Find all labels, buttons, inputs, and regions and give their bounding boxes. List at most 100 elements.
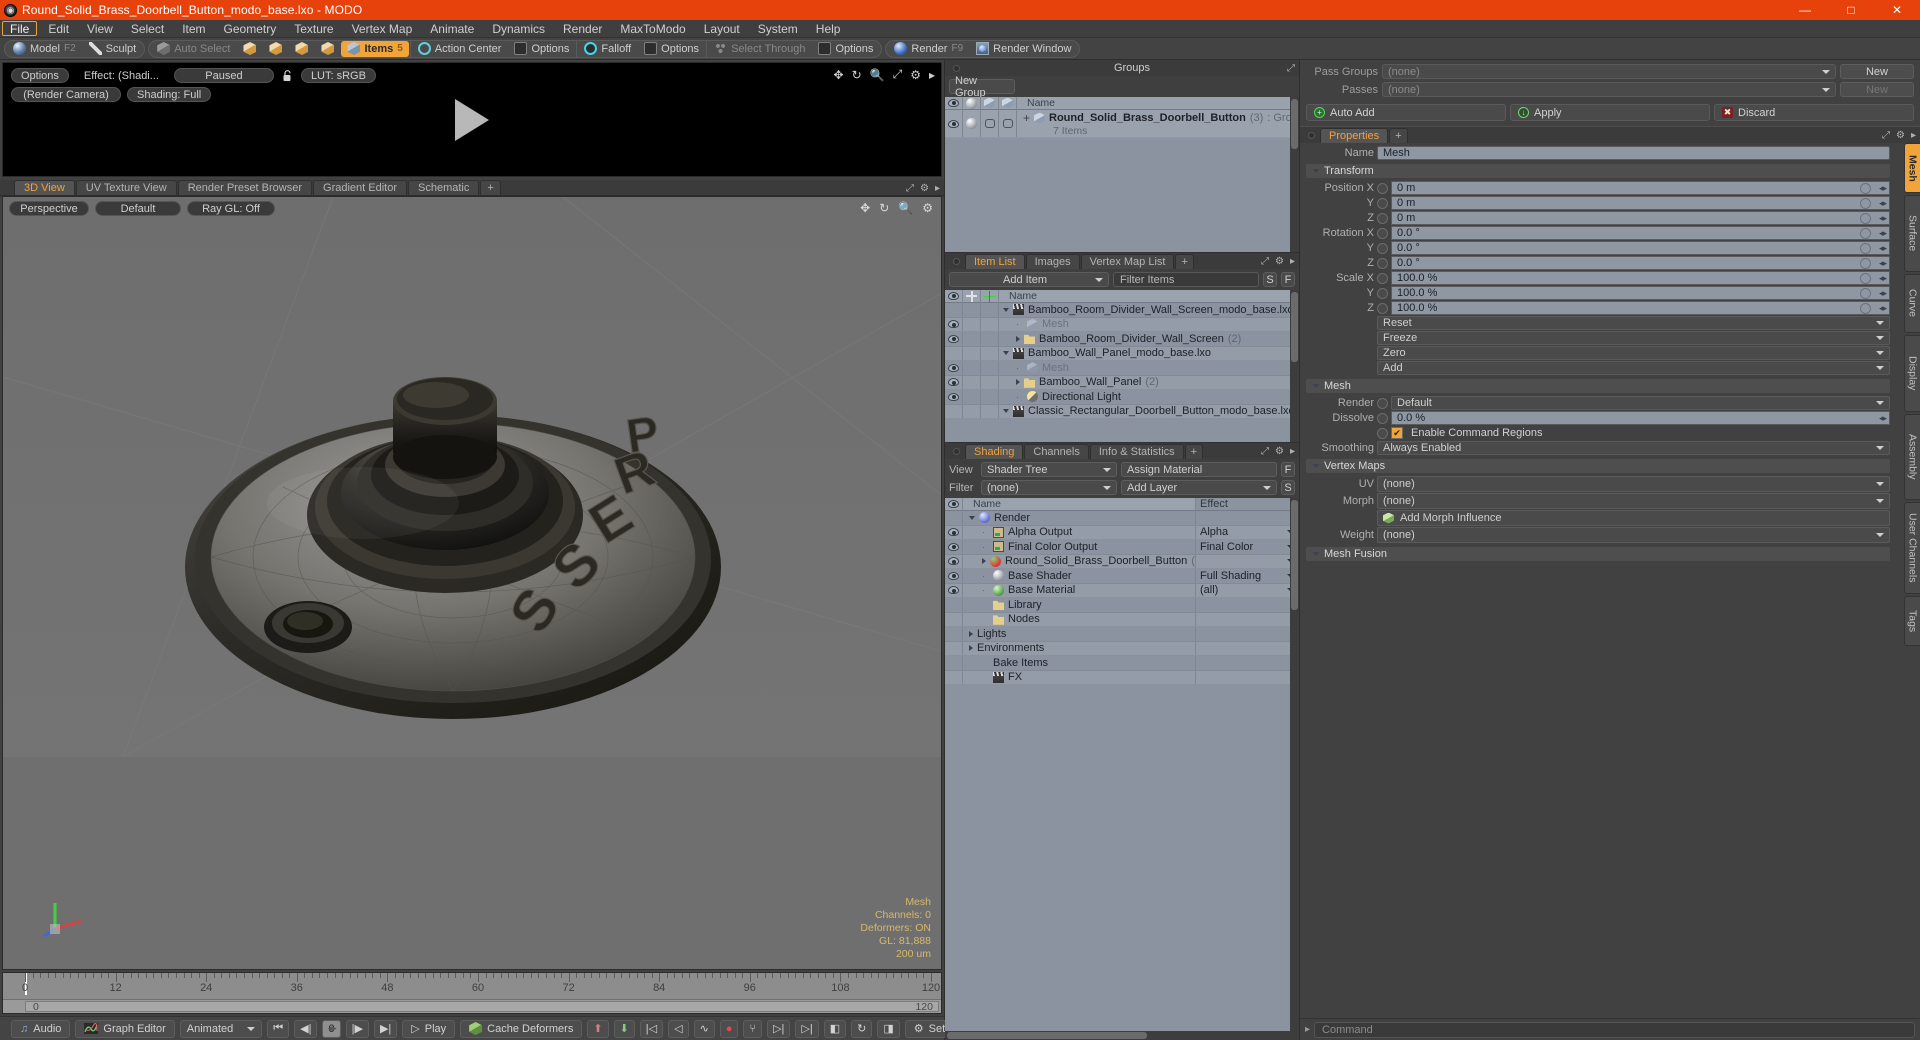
row-lock-toggle[interactable] — [963, 346, 981, 360]
frame-spinner-icon[interactable]: ◂▸ — [328, 1023, 337, 1034]
step-back-button[interactable]: ◀| — [294, 1019, 318, 1038]
row-visibility-toggle[interactable] — [945, 525, 963, 539]
transform-action-dropdown[interactable]: Freeze — [1377, 331, 1890, 345]
viewport-gear-icon[interactable]: ⚙ — [922, 201, 933, 215]
preview-effect-label[interactable]: Effect: (Shadi... — [75, 68, 168, 83]
transform-spinner-icon[interactable]: ◂▸ — [1879, 228, 1887, 239]
menu-view[interactable]: View — [78, 20, 122, 37]
shader-tree-row[interactable]: · Base Material (all) — [945, 583, 1299, 598]
shader-tree-row[interactable]: Environments — [945, 641, 1299, 656]
list-item[interactable]: Classic_Rectangular_Doorbell_Button_modo… — [945, 404, 1299, 419]
row-visibility-toggle[interactable] — [945, 627, 963, 641]
preview-camera-button[interactable]: (Render Camera) — [11, 87, 121, 102]
render-window-button[interactable]: Render Window — [970, 41, 1077, 57]
row-visibility-toggle[interactable] — [945, 641, 963, 655]
transform-knob-icon[interactable] — [1377, 302, 1388, 314]
add-morph-influence-button[interactable]: Add Morph Influence — [1377, 510, 1890, 526]
tab-channels[interactable]: Channels — [1024, 443, 1089, 459]
tab-vertex-map-list[interactable]: Vertex Map List — [1080, 253, 1175, 269]
menu-render[interactable]: Render — [554, 20, 611, 37]
maximize-panel-icon[interactable]: ⤢ — [1261, 256, 1269, 267]
collapse-icon[interactable] — [1003, 307, 1009, 312]
graph-editor-button[interactable]: Graph Editor — [75, 1019, 175, 1038]
go-to-end-button[interactable]: ▶| — [373, 1019, 398, 1038]
list-item[interactable]: · Directional Light — [945, 390, 1299, 405]
filter-f-button[interactable]: F — [1281, 272, 1295, 287]
auto-add-button[interactable]: + Auto Add — [1306, 104, 1506, 121]
transform-knob-icon[interactable] — [1377, 257, 1388, 269]
properties-vtab-surface[interactable]: Surface — [1904, 195, 1920, 272]
minimize-button[interactable]: — — [1782, 0, 1828, 20]
transform-reset-knob-icon[interactable] — [1860, 287, 1871, 299]
tab-render-preset-browser[interactable]: Render Preset Browser — [177, 180, 313, 195]
chevron-right-icon[interactable]: ▸ — [1290, 446, 1295, 457]
collapse-icon[interactable] — [1003, 409, 1009, 414]
row-transform-toggle[interactable] — [981, 346, 999, 360]
transform-knob-icon[interactable] — [1377, 197, 1388, 209]
action-center-button[interactable]: Action Center — [412, 41, 508, 57]
list-item[interactable]: · Mesh — [945, 317, 1299, 332]
timeline-range-bar[interactable]: 0 120 — [3, 999, 941, 1013]
groups-list[interactable]: Name + Round_Solid_Brass_Doorbell_Button — [945, 97, 1299, 252]
row-transform-toggle[interactable] — [981, 390, 999, 404]
transform-reset-knob-icon[interactable] — [1860, 302, 1871, 314]
preview-shading-button[interactable]: Shading: Full — [127, 87, 212, 102]
cache-deformers-button[interactable]: Cache Deformers — [460, 1019, 583, 1038]
transform-reset-knob-icon[interactable] — [1860, 227, 1871, 239]
preview-render-panel[interactable]: Options Effect: (Shadi... Paused LUT: sR… — [2, 62, 942, 177]
viewport-default-button[interactable]: Default — [95, 201, 181, 216]
weight-dropdown[interactable]: (none) — [1377, 527, 1890, 543]
transform-reset-knob-icon[interactable] — [1860, 242, 1871, 254]
menu-geometry[interactable]: Geometry — [215, 20, 286, 37]
transform-spinner-icon[interactable]: ◂▸ — [1879, 198, 1887, 209]
falloff-options-button[interactable]: Options — [638, 41, 705, 57]
row-lock2-toggle[interactable] — [999, 110, 1017, 137]
add-layer-dropdown[interactable]: Add Layer — [1121, 480, 1277, 495]
viewport-zoom-icon[interactable]: 🔍 — [898, 201, 913, 215]
render-knob-icon[interactable] — [1377, 397, 1388, 409]
tab-schematic[interactable]: Schematic — [408, 180, 480, 195]
shader-row-effect[interactable]: Full Shading — [1195, 569, 1299, 583]
groups-scrollbar[interactable] — [1290, 97, 1299, 252]
row-visibility-toggle[interactable] — [945, 569, 963, 583]
action-center-options-button[interactable]: Options — [508, 41, 575, 57]
shader-tree-row[interactable]: Bake Items — [945, 656, 1299, 671]
timeline[interactable]: 0 12 24 36 48 60 72 84 96 108 120 0 120 — [2, 972, 942, 1014]
filter-items-input[interactable]: Filter Items — [1113, 272, 1259, 287]
maximize-panel-icon[interactable]: ⤢ — [1882, 130, 1890, 141]
maximize-viewport-icon[interactable]: ⤢ — [906, 183, 914, 194]
preview-lut-button[interactable]: LUT: sRGB — [300, 68, 376, 83]
transform-spinner-icon[interactable]: ◂▸ — [1879, 303, 1887, 314]
row-visibility-toggle[interactable] — [945, 346, 963, 360]
shader-tree-row[interactable]: · Alpha Output Alpha — [945, 525, 1299, 540]
audio-button[interactable]: ♫ Audio — [11, 1019, 71, 1038]
row-visibility-toggle[interactable] — [945, 361, 963, 375]
vertex-maps-section-header[interactable]: Vertex Maps — [1306, 459, 1890, 473]
row-visibility-toggle[interactable] — [945, 404, 963, 418]
animated-mode-dropdown[interactable]: Animated — [179, 1019, 263, 1038]
maximize-panel-icon[interactable]: ⤢ — [1261, 446, 1269, 457]
row-transform-toggle[interactable] — [981, 317, 999, 331]
transform-spinner-icon[interactable]: ◂▸ — [1879, 258, 1887, 269]
timeline-ruler[interactable]: 0 12 24 36 48 60 72 84 96 108 120 — [3, 973, 941, 999]
reset-key-button[interactable]: ↻ — [851, 1019, 873, 1038]
row-shading-toggle[interactable] — [963, 110, 981, 137]
shader-tree-scrollbar[interactable] — [1290, 498, 1299, 1040]
key-options-button[interactable]: ◨ — [877, 1019, 900, 1038]
row-lock-toggle[interactable] — [963, 332, 981, 346]
mesh-fusion-section-header[interactable]: Mesh Fusion — [1306, 547, 1890, 561]
scrollbar-thumb[interactable] — [1291, 500, 1298, 610]
transform-action-dropdown[interactable]: Zero — [1377, 346, 1890, 360]
row-lock1-toggle[interactable] — [981, 110, 999, 137]
table-row[interactable]: + Round_Solid_Brass_Doorbell_Button (3) … — [945, 110, 1299, 138]
list-item[interactable]: Bamboo_Wall_Panel (2) — [945, 375, 1299, 390]
shader-tree-row[interactable]: FX — [945, 670, 1299, 685]
next-key-button[interactable]: ▷| — [767, 1019, 791, 1038]
transform-value-field[interactable]: 100.0 % ◂▸ — [1391, 286, 1890, 300]
transform-spinner-icon[interactable]: ◂▸ — [1879, 213, 1887, 224]
properties-vtab-curve[interactable]: Curve — [1904, 274, 1920, 333]
assign-f-button[interactable]: F — [1281, 462, 1295, 477]
menu-layout[interactable]: Layout — [695, 20, 749, 37]
morph-dropdown[interactable]: (none) — [1377, 493, 1890, 509]
viewport-raygl-button[interactable]: Ray GL: Off — [187, 201, 275, 216]
